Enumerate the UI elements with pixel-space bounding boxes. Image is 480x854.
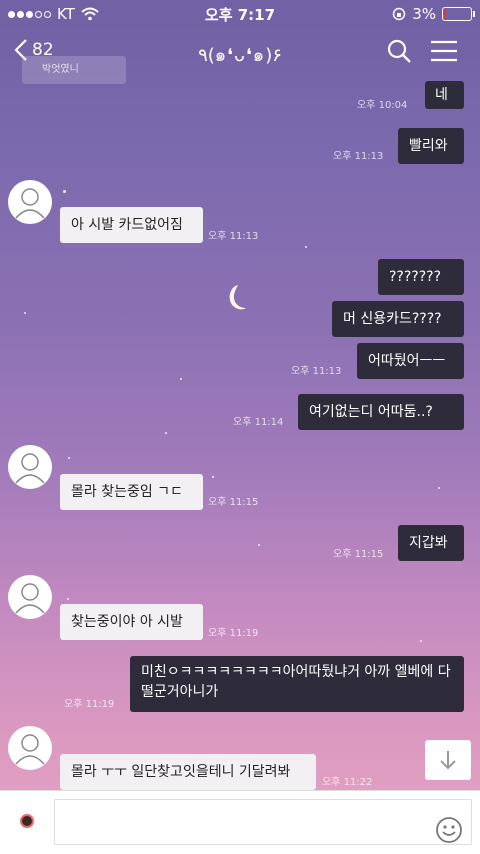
message-bubble-mine[interactable]: 지갑봐 xyxy=(398,525,464,561)
star-decoration xyxy=(165,432,167,434)
message-bubble-mine[interactable]: 빨리와 xyxy=(398,128,464,164)
star-decoration xyxy=(67,598,69,600)
battery-icon xyxy=(442,7,475,21)
arrow-down-icon xyxy=(440,751,456,770)
star-decoration xyxy=(258,544,260,546)
message-time: 오후 10:04 xyxy=(357,100,408,111)
message-input-bar: # xyxy=(0,790,480,854)
message-bubble-mine[interactable]: 머 신용카드???? xyxy=(332,301,464,337)
message-time: 오후 11:19 xyxy=(208,628,259,639)
scroll-to-bottom-button[interactable] xyxy=(425,740,471,780)
search-icon[interactable] xyxy=(386,38,412,64)
message-bubble-theirs[interactable]: 몰라 찾는중임 ㄱㄷ xyxy=(60,474,203,510)
status-bar: KT 오후 7:17 3% xyxy=(0,0,480,26)
chat-header: 82 박엇였니 ٩(๑❛ᴗ❛๑)۶ xyxy=(0,26,480,84)
message-bubble-mine[interactable]: 여기없는디 어따둠..? xyxy=(298,394,464,430)
message-time: 오후 11:13 xyxy=(333,151,384,162)
message-time: 오후 11:14 xyxy=(233,417,284,428)
friend-avatar[interactable] xyxy=(8,726,52,770)
friend-avatar[interactable] xyxy=(8,575,52,619)
message-bubble-mine[interactable]: 어따뒀어ㅡㅡ xyxy=(357,343,464,379)
default-profile-icon xyxy=(15,188,45,219)
emoji-icon[interactable] xyxy=(435,816,463,844)
star-decoration xyxy=(63,190,66,193)
star-decoration xyxy=(24,312,26,314)
star-decoration xyxy=(68,457,70,459)
crescent-moon-decoration xyxy=(229,285,246,310)
message-bubble-theirs[interactable]: 찾는중이야 아 시발 xyxy=(60,604,203,640)
message-bubble-theirs[interactable]: 몰라 ㅜㅜ 일단찾고잇을테니 기달려봐 xyxy=(60,754,316,790)
star-decoration xyxy=(438,487,440,489)
star-decoration xyxy=(420,640,422,642)
message-bubble-mine[interactable]: 미친ㅇㅋㅋㅋㅋㅋㅋㅋㅋ아어따뒀냐거 아까 엘베에 다 떨군거아니가 xyxy=(130,656,464,712)
message-input-container[interactable]: # xyxy=(54,799,472,845)
star-decoration xyxy=(305,246,307,248)
message-time: 오후 11:22 xyxy=(322,777,373,788)
message-time: 오후 11:19 xyxy=(64,699,115,710)
friend-avatar[interactable] xyxy=(8,180,52,224)
rotation-lock-icon xyxy=(392,7,406,21)
battery-percent: 3% xyxy=(412,5,436,23)
default-profile-icon xyxy=(15,583,45,614)
message-time: 오후 11:13 xyxy=(208,231,259,242)
message-time: 오후 11:15 xyxy=(333,549,384,560)
message-bubble-mine[interactable]: 네 xyxy=(425,81,464,109)
star-decoration xyxy=(180,378,182,380)
message-time: 오후 11:15 xyxy=(208,497,259,508)
message-bubble-mine[interactable]: ??????? xyxy=(378,259,464,295)
default-profile-icon xyxy=(15,453,45,484)
star-decoration xyxy=(212,476,214,478)
chat-screen: KT 오후 7:17 3% 82 박엇였니 ٩(๑❛ᴗ❛๑)۶ 오후 10:04… xyxy=(0,0,480,854)
message-bubble-theirs[interactable]: 아 시발 카드없어짐 xyxy=(60,207,203,243)
my-profile-avatar[interactable] xyxy=(20,814,34,828)
hamburger-menu-icon[interactable] xyxy=(430,38,458,64)
message-input[interactable] xyxy=(65,800,369,842)
message-time: 오후 11:13 xyxy=(291,366,342,377)
default-profile-icon xyxy=(15,734,45,765)
friend-avatar[interactable] xyxy=(8,445,52,489)
